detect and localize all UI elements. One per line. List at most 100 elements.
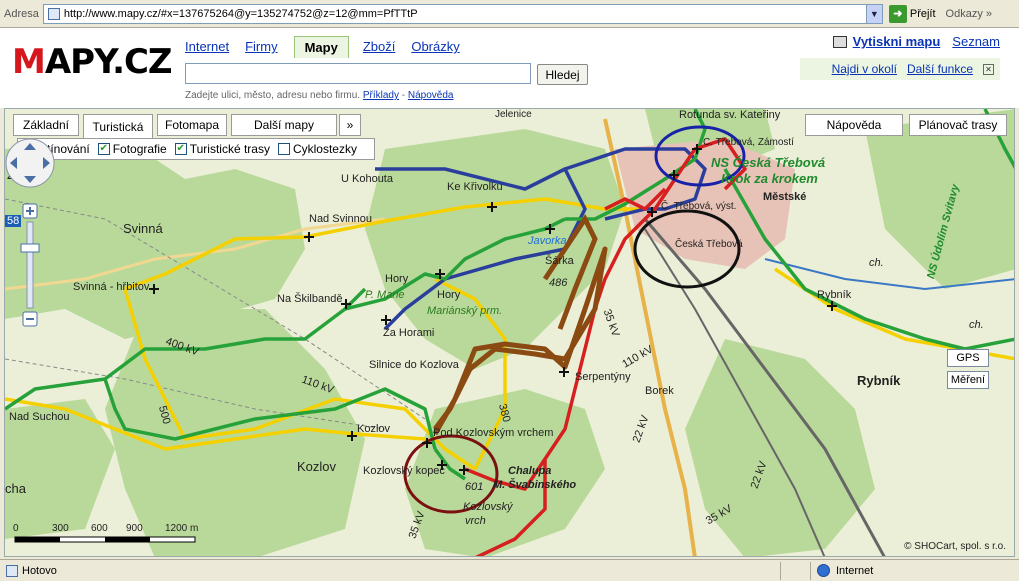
map-label-rybnik: Rybník [857, 373, 901, 388]
map-label-na-skilbande: Na Škilbandě [277, 293, 343, 305]
map-label-elev-486: 486 [549, 277, 568, 289]
map-type-fotomapa[interactable]: Fotomapa [157, 114, 227, 136]
double-chevron-down-icon[interactable]: » [339, 114, 361, 136]
double-chevron-icon: » [985, 7, 992, 20]
address-url[interactable]: http://www.mapy.cz/#x=137675264@y=135274… [64, 8, 866, 20]
tab-obrazky[interactable]: Obrázky [411, 36, 469, 58]
site-header: MAPY.CZ Internet Firmy Mapy Zboží Obrázk… [0, 28, 1019, 108]
globe-icon [817, 564, 830, 577]
tab-internet[interactable]: Internet [185, 36, 239, 58]
zoom-slider-track [26, 221, 34, 309]
map-label-svinna: Svinná [123, 221, 163, 236]
status-bar: Hotovo Internet [0, 559, 1019, 581]
checkbox-turisticke-trasy[interactable]: ✔ [174, 143, 187, 155]
map-type-turisticka[interactable]: Turistická [83, 114, 153, 138]
map-label-cha: cha [5, 481, 26, 496]
map-label-borek: Borek [645, 385, 674, 397]
zoom-slider-handle [20, 243, 40, 253]
scale-label-1200: 1200 m [165, 523, 199, 534]
route-planner-button[interactable]: Plánovač trasy [909, 114, 1007, 136]
map-label-silnice-do-kozlova: Silnice do Kozlova [369, 359, 459, 371]
layer-fotografie[interactable]: ✔ Fotografie [97, 142, 167, 156]
function-bar: Najdi v okolí Další funkce ✕ [800, 58, 1000, 80]
address-label: Adresa [4, 7, 39, 20]
map-type-dalsi-mapy[interactable]: Další mapy [231, 114, 337, 136]
layer-turisticke-trasy[interactable]: ✔ Turistické trasy [174, 142, 270, 156]
copyright: © SHOCart, spol. s r.o. [904, 541, 1006, 552]
page-status-icon [6, 564, 18, 577]
map-label-ceska-trebova-zamosti: C. Třebová, Zámostí [703, 137, 794, 148]
map-label-chalupa: Chalupa [508, 465, 552, 477]
layer-fotografie-label: Fotografie [112, 142, 167, 156]
scale-label-600: 600 [91, 523, 108, 534]
top-links: Vytiskni mapu Seznam [832, 34, 1000, 49]
map-label-u-kohouta: U Kohouta [341, 173, 393, 185]
close-icon[interactable]: ✕ [983, 63, 994, 75]
zone-text: Internet [836, 564, 874, 577]
tab-firmy[interactable]: Firmy [245, 36, 288, 58]
map-label-marianske-prameny: Mariánský prm. [427, 305, 503, 317]
layer-cyklostezky[interactable]: Cyklostezky [277, 142, 357, 156]
scale-label-0: 0 [13, 523, 19, 534]
search-button[interactable]: Hledej [537, 64, 588, 85]
nearby-link[interactable]: Najdi v okolí [832, 62, 897, 76]
map-label-krok-za-krokem: Krok za krokem [721, 171, 818, 186]
map-label-rybnik-point: Rybník [817, 289, 852, 301]
map-label-vrch: vrch [465, 515, 486, 527]
map-label-pod-kozlovskym-vrchem: Pod Kozlovským vrchem [433, 427, 554, 439]
map-label-mestske: Městské [763, 191, 807, 203]
map-label-ceska-trebova-station: Česká Třebová [675, 239, 743, 250]
map-label-hory-2: Hory [437, 289, 461, 301]
map-label-javorka: Javorka [528, 235, 567, 247]
map-label-ke-krivolku: Ke Křivolku [447, 181, 503, 193]
seznam-link[interactable]: Seznam [952, 34, 1000, 49]
search-input[interactable] [185, 63, 531, 84]
links-toolbar[interactable]: Odkazy» [946, 8, 992, 20]
address-input[interactable]: http://www.mapy.cz/#x=137675264@y=135274… [42, 3, 883, 24]
map-label-ch-2: ch. [969, 319, 984, 331]
map-canvas[interactable]: Základní Turistická Fotomapa Další mapy … [4, 108, 1015, 557]
map-help-button[interactable]: Nápověda [805, 114, 903, 136]
tab-mapy[interactable]: Mapy [293, 36, 349, 58]
print-map-link[interactable]: Vytiskni mapu [853, 34, 941, 49]
map-label-nad-svinnou: Nad Svinnou [309, 213, 372, 225]
status-text: Hotovo [22, 564, 57, 577]
chevron-down-icon[interactable]: ▼ [865, 4, 882, 23]
logo-m: M [12, 42, 46, 82]
scale-label-300: 300 [52, 523, 69, 534]
gps-button[interactable]: GPS [947, 349, 989, 367]
security-zone: Internet [810, 561, 1019, 580]
pan-control [5, 138, 55, 188]
more-functions-link[interactable]: Další funkce [907, 62, 973, 76]
status-pane [780, 561, 810, 580]
go-arrow-icon: ➜ [888, 4, 907, 23]
address-bar: Adresa http://www.mapy.cz/#x=137675264@y… [0, 0, 1019, 28]
hint-separator: - [399, 90, 408, 101]
logo-rest: APY.CZ [44, 42, 173, 82]
go-label: Přejít [909, 7, 936, 20]
tab-zbozi[interactable]: Zboží [363, 36, 406, 58]
map-label-rotunda: Rotunda sv. Kateřiny [679, 109, 781, 121]
search-hint: Zadejte ulici, město, adresu nebo firmu.… [185, 90, 453, 101]
map-label-ns-ceska-trebova: NS Česká Třebová [711, 155, 826, 170]
map-label-jelenice: Jelenice [495, 109, 532, 120]
mapy-logo[interactable]: MAPY.CZ [12, 42, 173, 82]
page-icon [47, 7, 60, 20]
printer-icon[interactable] [832, 35, 847, 48]
checkbox-cyklostezky[interactable] [277, 143, 290, 155]
map-label-za-horami: Za Horami [383, 327, 435, 339]
checkbox-fotografie[interactable]: ✔ [97, 143, 110, 155]
hint-text: Zadejte ulici, město, adresu nebo firmu. [185, 90, 361, 101]
examples-link[interactable]: Příklady [363, 90, 399, 101]
map-label-p-marie: P. Marie [365, 289, 405, 301]
go-button[interactable]: ➜ Přejít [888, 4, 936, 23]
map-label-kozlovsky-kopec: Kozlovský kopec [363, 465, 445, 477]
map-label-kozlovsky-vrch: Kozlovský [463, 501, 513, 513]
map-label-kozlov-point: Kozlov [357, 423, 391, 435]
map-label-m-svabinskeho: M. Švabinského [493, 479, 577, 491]
measure-button[interactable]: Měření [947, 371, 989, 389]
layer-turisticke-trasy-label: Turistické trasy [189, 142, 270, 156]
help-link[interactable]: Nápověda [408, 90, 454, 101]
map-label-ch: ch. [869, 257, 884, 269]
zoom-control [5, 138, 55, 327]
